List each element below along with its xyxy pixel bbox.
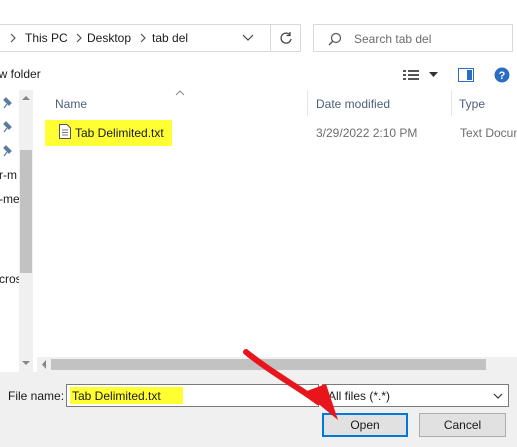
text-file-icon [59, 124, 71, 139]
breadcrumb-this-pc[interactable]: This PC [25, 31, 68, 45]
breadcrumb-tab-del[interactable]: tab del [152, 31, 188, 45]
chevron-down-icon[interactable] [493, 393, 503, 399]
file-date-modified: 3/29/2022 2:10 PM [316, 126, 418, 140]
caret-down-icon[interactable] [429, 72, 438, 78]
cancel-button[interactable]: Cancel [419, 413, 506, 437]
pin-icon[interactable] [3, 97, 13, 109]
file-name-label: File name: [8, 389, 65, 403]
refresh-button[interactable] [270, 24, 301, 52]
file-row[interactable]: Tab Delimited.txt 3/29/2022 2:10 PM Text… [37, 118, 517, 146]
file-type-select[interactable]: All files (*.*) [322, 384, 509, 407]
file-name[interactable]: Tab Delimited.txt [75, 126, 164, 140]
column-header-date[interactable]: Date modified [316, 97, 390, 111]
file-type: Text Docum [460, 126, 517, 140]
column-header-name[interactable]: Name [55, 97, 87, 111]
sort-ascending-icon [175, 90, 185, 96]
horizontal-scroll-thumb[interactable] [51, 359, 486, 370]
pin-icon[interactable] [3, 145, 13, 157]
toolbar: ew folder ? [0, 60, 517, 90]
new-folder-button[interactable]: ew folder [0, 67, 41, 81]
column-divider[interactable] [307, 90, 308, 116]
scroll-up-icon[interactable] [22, 95, 30, 101]
top-bar: This PC Desktop tab del Search tab del [0, 0, 517, 60]
search-icon [328, 32, 342, 46]
view-options-icon[interactable] [403, 69, 421, 81]
file-name-value[interactable]: Tab Delimited.txt [72, 389, 161, 403]
chevron-down-icon[interactable] [240, 31, 256, 45]
search-input[interactable]: Search tab del [354, 32, 431, 46]
horizontal-scrollbar[interactable] [37, 357, 517, 372]
chevron-right-icon[interactable] [139, 33, 147, 43]
breadcrumb-desktop[interactable]: Desktop [87, 31, 131, 45]
nav-item[interactable]: -me [0, 192, 20, 206]
nav-scroll-thumb[interactable] [20, 150, 32, 273]
chevron-right-icon [10, 33, 16, 43]
search-box[interactable]: Search tab del [313, 24, 513, 52]
column-header-type[interactable]: Type [459, 97, 485, 111]
help-icon[interactable]: ? [494, 67, 510, 83]
column-header-row: Name Date modified Type [37, 90, 517, 116]
nav-item[interactable]: r-m [0, 168, 17, 182]
scroll-left-icon[interactable] [41, 360, 47, 369]
file-name-field[interactable]: Tab Delimited.txt [66, 384, 319, 407]
open-button[interactable]: Open [322, 413, 408, 437]
scroll-down-icon[interactable] [22, 360, 30, 366]
column-divider[interactable] [451, 90, 452, 116]
file-type-value[interactable]: All files (*.*) [328, 389, 390, 403]
preview-pane-icon[interactable] [458, 68, 474, 82]
refresh-icon [280, 32, 292, 44]
chevron-right-icon[interactable] [75, 33, 83, 43]
pin-icon[interactable] [3, 121, 13, 133]
svg-text:?: ? [499, 70, 506, 82]
